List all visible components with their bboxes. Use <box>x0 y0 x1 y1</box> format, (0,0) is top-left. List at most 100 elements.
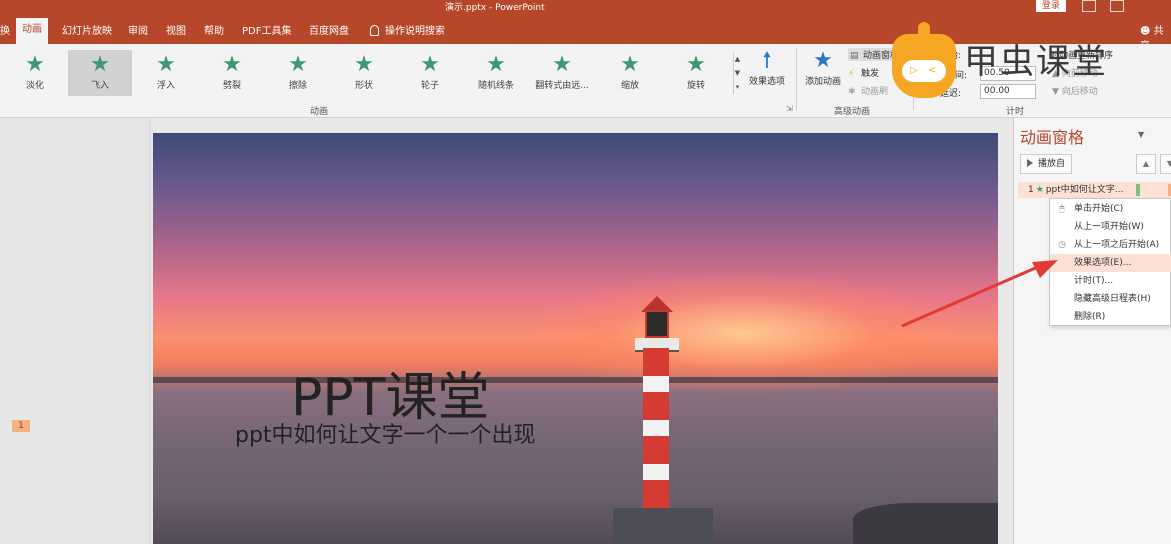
play-from-button[interactable]: 播放自 <box>1020 154 1073 174</box>
star-icon: ★ <box>354 52 374 77</box>
anim-item-label: ppt中如何让文字... <box>1045 185 1124 195</box>
slide-subtitle[interactable]: ppt中如何让文字一个一个出现 <box>235 417 536 449</box>
tab-help[interactable]: 帮助 <box>204 22 224 37</box>
tab-view[interactable]: 视图 <box>166 22 186 37</box>
clock-icon: ◷ <box>1058 240 1066 250</box>
anim-float-in[interactable]: ★ 浮入 <box>134 50 198 96</box>
gallery-scroll[interactable]: ▲ ▼ ▾ <box>733 52 741 94</box>
tab-transitions[interactable]: 换 <box>0 22 10 37</box>
slide-canvas[interactable]: PPT课堂 ppt中如何让文字一个一个出现 <box>153 133 998 544</box>
anim-wheel[interactable]: ★ 轮子 <box>398 50 462 96</box>
anim-zoom[interactable]: ★ 缩放 <box>598 50 662 96</box>
tab-baidu-netdisk[interactable]: 百度网盘 <box>309 22 349 37</box>
animation-painter-button[interactable]: ✱ 动画刷 <box>848 84 888 97</box>
lightbulb-icon <box>370 25 379 36</box>
anim-label: 形状 <box>354 81 373 91</box>
tell-me-label: 操作说明搜索 <box>385 26 445 37</box>
anim-wipe[interactable]: ★ 擦除 <box>266 50 330 96</box>
star-icon: ★ <box>620 52 640 77</box>
star-icon: ★ <box>25 52 45 77</box>
anim-item-index: 1 <box>1028 185 1034 195</box>
anim-split[interactable]: ★ 劈裂 <box>200 50 264 96</box>
anim-shape[interactable]: ★ 形状 <box>332 50 396 96</box>
menu-label: 删除(R) <box>1074 312 1106 322</box>
menu-label: 从上一项之后开始(A) <box>1074 240 1160 250</box>
menu-timing[interactable]: 计时(T)... <box>1050 272 1171 290</box>
anim-label: 随机线条 <box>477 81 514 91</box>
group-label-advanced: 高级动画 <box>834 107 871 117</box>
eye-icon: ▷ <box>910 65 918 76</box>
anim-label: 轮子 <box>420 81 439 91</box>
login-button[interactable]: 登录 <box>1036 0 1067 12</box>
slide-number-badge[interactable]: 1 <box>12 420 30 432</box>
tab-slideshow[interactable]: 幻灯片放映 <box>62 22 112 37</box>
pane-icon: ▤ <box>850 51 859 61</box>
title-bar: 演示.pptx - PowerPoint 登录 <box>0 0 1171 14</box>
star-icon: ★ <box>156 52 176 77</box>
slide-thumbnail-pane: 1 <box>0 118 150 544</box>
divider <box>796 48 797 110</box>
move-down-button[interactable]: ▼ <box>1160 154 1171 174</box>
pane-options-icon[interactable]: ▼ <box>1138 130 1144 139</box>
menu-effect-options[interactable]: 效果选项(E)... <box>1050 254 1171 272</box>
lighthouse-base <box>613 508 713 544</box>
antenna <box>918 22 930 36</box>
watermark-text: 甲虫课堂 <box>964 42 1108 82</box>
anim-swivel[interactable]: ★ 旋转 <box>664 50 728 96</box>
menu-label: 隐藏高级日程表(H) <box>1074 294 1151 304</box>
sunset-glow <box>533 273 953 393</box>
window-restore-icon[interactable] <box>1082 0 1096 12</box>
window-close-icon[interactable] <box>1110 0 1124 12</box>
move-up-button[interactable]: ▲ <box>1136 154 1156 174</box>
star-icon: ★ <box>288 52 308 77</box>
star-icon: ★ <box>552 52 572 77</box>
annotation-arrow-icon <box>901 260 1058 328</box>
play-icon <box>1027 159 1033 167</box>
add-animation-button[interactable]: ★ 添加动画 <box>801 48 845 87</box>
menu-label: 效果选项(E)... <box>1074 258 1132 268</box>
trigger-label: 触发 <box>861 69 880 79</box>
lightning-icon: ⚡ <box>848 69 855 79</box>
window-title: 演示.pptx - PowerPoint <box>445 3 545 13</box>
tab-review[interactable]: 审阅 <box>128 22 148 37</box>
menu-hide-advanced-timeline[interactable]: 隐藏高级日程表(H) <box>1050 290 1171 308</box>
anim-label: 翻转式由远... <box>535 81 589 91</box>
star-icon: ★ <box>686 52 706 77</box>
anim-fly-in[interactable]: ★ 飞入 <box>68 50 132 96</box>
timeline-bar <box>1136 184 1140 196</box>
star-icon: ★ <box>90 52 110 77</box>
watermark-logo: ▷ < 甲虫课堂 <box>888 14 1108 102</box>
menu-start-after-previous[interactable]: ◷ 从上一项之后开始(A) <box>1050 236 1171 254</box>
menu-start-with-previous[interactable]: 从上一项开始(W) <box>1050 218 1171 236</box>
dialog-launcher-icon[interactable]: ⇲ <box>786 104 793 113</box>
brush-icon: ✱ <box>848 87 856 97</box>
tab-pdf-tools[interactable]: PDF工具集 <box>242 22 291 37</box>
animation-pane: 动画窗格 ▼ 播放自 ▲ ▼ 1 ★ ppt中如何让文字... <box>1013 118 1171 544</box>
mouse-icon: 🖰 <box>1059 204 1065 214</box>
tab-tell-me-search[interactable]: 操作说明搜索 <box>370 22 445 37</box>
anim-painter-label: 动画刷 <box>861 87 889 97</box>
menu-remove[interactable]: 删除(R) <box>1050 308 1171 326</box>
anim-label: 淡化 <box>25 81 44 91</box>
effect-options-button[interactable]: 🠕 效果选项 <box>745 48 789 87</box>
anim-fade[interactable]: ★ 淡化 <box>3 50 67 96</box>
beetle-mascot-icon: ▷ < <box>892 22 956 98</box>
anim-label: 擦除 <box>288 81 307 91</box>
anim-grow-turn[interactable]: ★ 翻转式由远... <box>530 50 594 96</box>
effect-options-label: 效果选项 <box>748 77 785 87</box>
anim-label: 缩放 <box>620 81 639 91</box>
tab-animations[interactable]: 动画 <box>16 18 48 44</box>
context-menu: 🖰 单击开始(C) 从上一项开始(W) ◷ 从上一项之后开始(A) 效果选项(E).… <box>1049 198 1171 326</box>
animation-pane-title: 动画窗格 <box>1020 128 1085 147</box>
trigger-button[interactable]: ⚡ 触发 <box>848 66 879 79</box>
menu-start-on-click[interactable]: 🖰 单击开始(C) <box>1050 200 1171 218</box>
anim-random-bars[interactable]: ★ 随机线条 <box>464 50 528 96</box>
shore-rocks <box>853 503 998 544</box>
add-star-icon: ★ <box>813 48 833 73</box>
lighthouse-tower <box>643 348 669 508</box>
add-animation-label: 添加动画 <box>804 77 841 87</box>
horizon-land <box>153 377 998 383</box>
star-icon: ★ <box>420 52 440 77</box>
animation-list-item[interactable]: 1 ★ ppt中如何让文字... <box>1018 182 1171 198</box>
star-icon: ★ <box>1035 185 1044 195</box>
